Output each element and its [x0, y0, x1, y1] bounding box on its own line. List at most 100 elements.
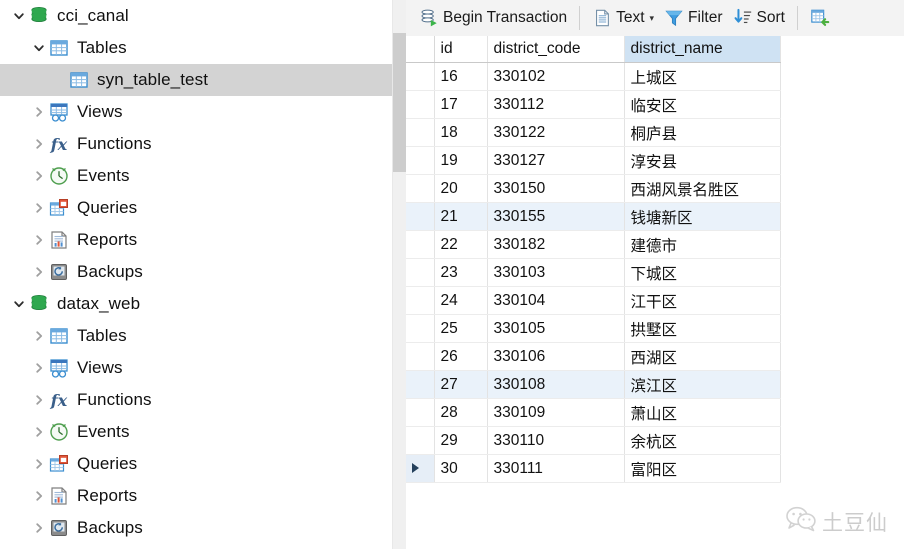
row-marker[interactable]	[406, 426, 435, 455]
tree-item-functions[interactable]: fx Functions	[0, 384, 392, 416]
row-marker[interactable]	[406, 62, 435, 91]
tree-item-backups[interactable]: Backups	[0, 256, 392, 288]
cell-district_code[interactable]: 330122	[487, 118, 625, 147]
cell-district_code[interactable]: 330150	[487, 174, 625, 203]
tree-item-backups[interactable]: Backups	[0, 512, 392, 544]
table-row[interactable]: 27 330108 滨江区	[406, 370, 781, 399]
chevron-down-icon[interactable]	[30, 32, 47, 64]
table-row[interactable]: 26 330106 西湖区	[406, 342, 781, 371]
cell-district_code[interactable]: 330112	[487, 90, 625, 119]
tree-item-queries[interactable]: Queries	[0, 192, 392, 224]
cell-district_code[interactable]: 330111	[487, 454, 625, 483]
chevron-right-icon[interactable]	[30, 128, 47, 160]
cell-district_name[interactable]: 余杭区	[624, 426, 781, 455]
table-body[interactable]: 16 330102 上城区 17 330112 临安区 18 330122 桐庐县 19 33012…	[406, 62, 781, 483]
data-grid[interactable]: id district_code district_name 16 330102 上城区…	[406, 36, 904, 549]
chevron-right-icon[interactable]	[30, 416, 47, 448]
chevron-right-icon[interactable]	[30, 96, 47, 128]
row-marker[interactable]	[406, 202, 435, 231]
cell-id[interactable]: 29	[434, 426, 488, 455]
cell-district_name[interactable]: 建德市	[624, 230, 781, 259]
row-marker[interactable]	[406, 286, 435, 315]
cell-id[interactable]: 27	[434, 370, 488, 399]
cell-district_name[interactable]: 下城区	[624, 258, 781, 287]
table-row[interactable]: 20 330150 西湖风景名胜区	[406, 174, 781, 203]
chevron-right-icon[interactable]	[30, 480, 47, 512]
tree-item-queries[interactable]: Queries	[0, 448, 392, 480]
table-row[interactable]: 21 330155 钱塘新区	[406, 202, 781, 231]
tree-item-functions[interactable]: fx Functions	[0, 128, 392, 160]
row-marker[interactable]	[406, 342, 435, 371]
cell-district_code[interactable]: 330104	[487, 286, 625, 315]
sidebar-vertical-scrollbar[interactable]	[392, 0, 406, 549]
column-header-id[interactable]: id	[434, 36, 488, 63]
toolbar-filter-button[interactable]: Filter	[659, 4, 727, 32]
tree-item-datax-web[interactable]: datax_web	[0, 288, 392, 320]
row-marker[interactable]	[406, 90, 435, 119]
tree-item-views[interactable]: Views	[0, 352, 392, 384]
cell-district_name[interactable]: 滨江区	[624, 370, 781, 399]
cell-district_name[interactable]: 拱墅区	[624, 314, 781, 343]
data-table[interactable]: id district_code district_name 16 330102 上城区…	[406, 36, 781, 483]
cell-district_name[interactable]: 临安区	[624, 90, 781, 119]
row-marker[interactable]	[406, 230, 435, 259]
table-row[interactable]: 28 330109 萧山区	[406, 398, 781, 427]
grid-toolbar[interactable]: Begin Transaction Text ▾ Filter Sort	[406, 0, 904, 37]
table-row[interactable]: 25 330105 拱墅区	[406, 314, 781, 343]
cell-district_name[interactable]: 钱塘新区	[624, 202, 781, 231]
cell-id[interactable]: 28	[434, 398, 488, 427]
table-row[interactable]: 17 330112 临安区	[406, 90, 781, 119]
table-row[interactable]: 22 330182 建德市	[406, 230, 781, 259]
table-row[interactable]: 19 330127 淳安县	[406, 146, 781, 175]
table-row[interactable]: 30 330111 富阳区	[406, 454, 781, 483]
chevron-down-icon[interactable]	[10, 0, 27, 32]
row-marker[interactable]	[406, 258, 435, 287]
cell-id[interactable]: 17	[434, 90, 488, 119]
row-marker[interactable]	[406, 398, 435, 427]
tree-item-reports[interactable]: Reports	[0, 224, 392, 256]
table-row[interactable]: 18 330122 桐庐县	[406, 118, 781, 147]
table-row[interactable]: 16 330102 上城区	[406, 62, 781, 91]
tree-item-information-schema[interactable]: information_schema	[0, 544, 392, 549]
cell-id[interactable]: 23	[434, 258, 488, 287]
tree-item-events[interactable]: Events	[0, 160, 392, 192]
row-marker[interactable]	[406, 454, 435, 483]
tree-item-tables[interactable]: Tables	[0, 320, 392, 352]
chevron-right-icon[interactable]	[30, 352, 47, 384]
cell-id[interactable]: 16	[434, 62, 488, 91]
cell-district_name[interactable]: 西湖风景名胜区	[624, 174, 781, 203]
cell-id[interactable]: 25	[434, 314, 488, 343]
table-row[interactable]: 29 330110 余杭区	[406, 426, 781, 455]
chevron-right-icon[interactable]	[30, 384, 47, 416]
chevron-right-icon[interactable]	[30, 192, 47, 224]
chevron-right-icon[interactable]	[30, 224, 47, 256]
cell-id[interactable]: 26	[434, 342, 488, 371]
column-header-district_code[interactable]: district_code	[487, 36, 625, 63]
column-header-district_name[interactable]: district_name	[624, 36, 781, 63]
tree-item-syn-table-test[interactable]: syn_table_test	[0, 64, 392, 96]
cell-id[interactable]: 18	[434, 118, 488, 147]
row-marker[interactable]	[406, 146, 435, 175]
chevron-down-icon[interactable]: ▾	[650, 13, 655, 23]
chevron-right-icon[interactable]	[30, 160, 47, 192]
cell-id[interactable]: 22	[434, 230, 488, 259]
cell-district_name[interactable]: 西湖区	[624, 342, 781, 371]
cell-district_code[interactable]: 330127	[487, 146, 625, 175]
tree-item-views[interactable]: Views	[0, 96, 392, 128]
table-row[interactable]: 23 330103 下城区	[406, 258, 781, 287]
sidebar-scrollbar-thumb[interactable]	[393, 33, 406, 172]
tree-item-events[interactable]: Events	[0, 416, 392, 448]
tree-item-reports[interactable]: Reports	[0, 480, 392, 512]
cell-district_name[interactable]: 桐庐县	[624, 118, 781, 147]
cell-district_code[interactable]: 330102	[487, 62, 625, 91]
tree-item-tables[interactable]: Tables	[0, 32, 392, 64]
cell-district_name[interactable]: 上城区	[624, 62, 781, 91]
row-marker[interactable]	[406, 370, 435, 399]
cell-id[interactable]: 30	[434, 454, 488, 483]
cell-id[interactable]: 24	[434, 286, 488, 315]
cell-district_name[interactable]: 江干区	[624, 286, 781, 315]
object-tree-sidebar[interactable]: cci_canal Tables syn_table_test Views fx Func…	[0, 0, 392, 549]
row-marker[interactable]	[406, 118, 435, 147]
cell-district_name[interactable]: 淳安县	[624, 146, 781, 175]
chevron-down-icon[interactable]	[10, 288, 27, 320]
